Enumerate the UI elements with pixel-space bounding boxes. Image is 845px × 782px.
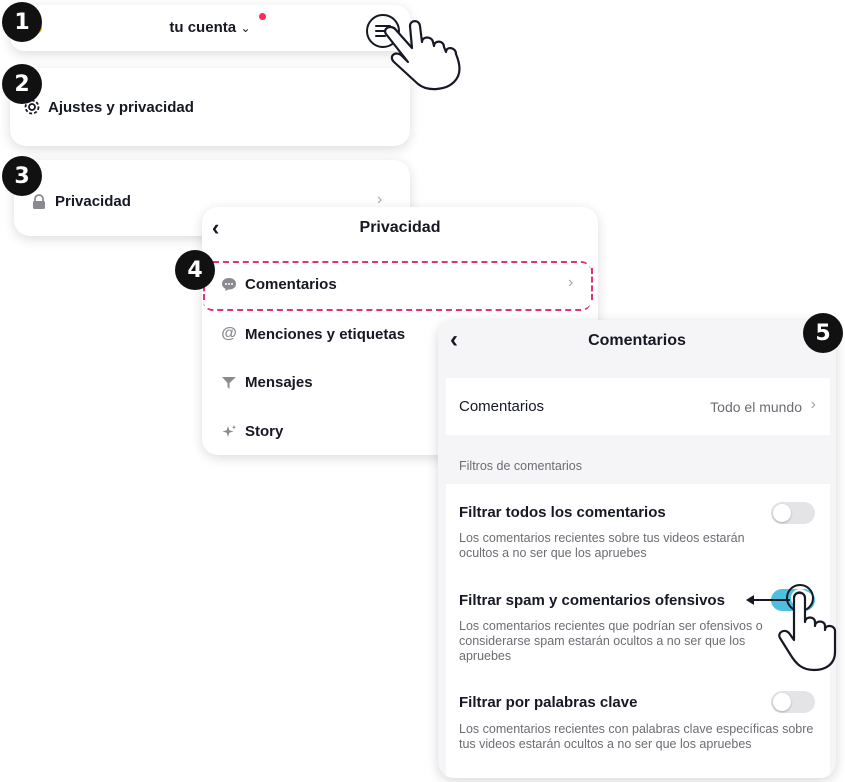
who-can-comment-label: Comentarios (459, 398, 545, 415)
comments-screen: ‹ Comentarios Comentarios Todo el mundo … (438, 320, 836, 778)
step-badge-2: 2 (2, 64, 42, 104)
filter-description: Los comentarios recientes que podrían se… (459, 619, 763, 663)
sparkle-icon (222, 424, 237, 437)
comments-screen-header: ‹ Comentarios (438, 320, 836, 362)
chevron-right-icon: › (810, 396, 816, 413)
privacy-item-label: Story (245, 423, 284, 440)
pointing-hand-icon (384, 20, 461, 91)
privacy-item-messages[interactable]: Mensajes (221, 374, 313, 391)
filter-label: Filtrar todos los comentarios (459, 504, 666, 521)
comments-highlight-side (203, 268, 593, 300)
filter-label: Filtrar por palabras clave (459, 694, 638, 711)
filter-keywords-toggle[interactable] (771, 691, 815, 713)
privacy-screen-title: Privacidad (359, 219, 441, 236)
step-badge-3: 3 (2, 156, 42, 196)
filter-label: Filtrar spam y comentarios ofensivos (459, 592, 725, 609)
notification-dot (259, 13, 266, 20)
filter-description: Los comentarios recientes con palabras c… (459, 722, 814, 751)
privacy-row[interactable]: Privacidad (32, 193, 131, 210)
settings-card: Ajustes y privacidad (10, 68, 410, 146)
privacy-item-label: Mensajes (245, 374, 313, 391)
step-badge-5: 5 (803, 313, 843, 353)
step-badge-1: 1 (2, 2, 42, 42)
filters-heading: Filtros de comentarios (459, 459, 582, 473)
toggle-knob (773, 504, 791, 522)
toggle-knob (773, 693, 791, 711)
lock-icon (33, 193, 45, 209)
who-can-comment-row[interactable]: Comentarios Todo el mundo › (446, 378, 830, 435)
account-title: tu cuenta (169, 19, 237, 36)
comments-screen-title: Comentarios (588, 332, 686, 349)
who-can-comment-value: Todo el mundo (710, 399, 802, 415)
privacy-item-label: Menciones y etiquetas (245, 325, 406, 343)
step-badge-4: 4 (175, 250, 215, 290)
filter-description: Los comentarios recientes sobre tus vide… (459, 531, 745, 560)
privacy-item-mentions[interactable]: @ Menciones y etiquetas (221, 325, 405, 343)
privacy-label: Privacidad (55, 193, 131, 210)
account-switcher[interactable]: tu cuenta ⌄ (10, 19, 410, 37)
filters-panel: Filtrar todos los comentarios Los coment… (446, 484, 830, 778)
message-icon (222, 376, 236, 389)
settings-row[interactable]: Ajustes y privacidad (23, 98, 194, 116)
at-icon: @ (221, 325, 237, 342)
tapping-hand-icon (778, 584, 837, 672)
chevron-down-icon: ⌄ (240, 21, 251, 35)
privacy-item-story[interactable]: Story (221, 423, 283, 440)
account-header-card: tu cuenta ⌄ (10, 5, 410, 51)
filter-all-toggle[interactable] (771, 502, 815, 524)
settings-label: Ajustes y privacidad (48, 98, 194, 116)
